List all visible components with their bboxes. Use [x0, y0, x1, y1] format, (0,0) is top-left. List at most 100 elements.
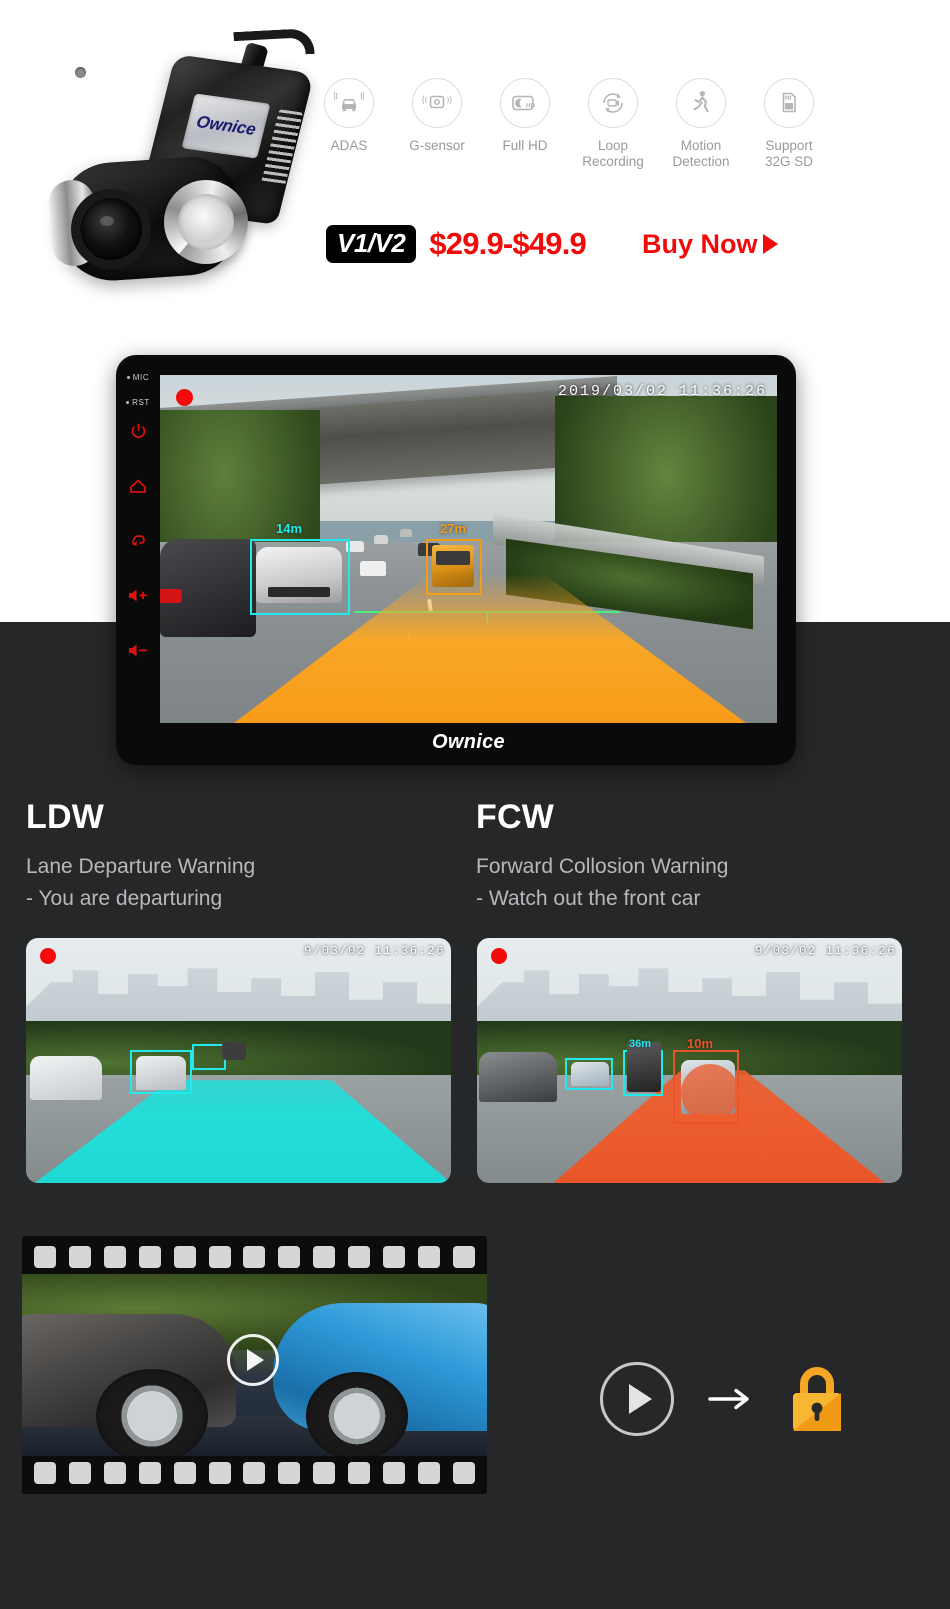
fcw-detail: - Watch out the front car [476, 886, 701, 910]
feature-item-adas: ADAS [305, 78, 393, 170]
car-adas-icon [324, 78, 374, 128]
play-circle-icon[interactable] [600, 1362, 674, 1436]
distant-car [360, 561, 386, 576]
ldw-tracked-car [136, 1056, 186, 1090]
car-head-unit: MIC RST 14m 27m 2019/03/02 11:36:26 Owni… [116, 355, 796, 765]
film-perforation [452, 1246, 475, 1268]
film-perforation [173, 1462, 196, 1484]
sd-card-icon [764, 78, 814, 128]
play-circle-icon[interactable] [226, 1334, 279, 1387]
device-brand-text: Ownice [432, 730, 505, 753]
arrow-right-icon [706, 1384, 754, 1414]
thumbnail-wheel [96, 1368, 208, 1456]
film-perforation [382, 1462, 405, 1484]
film-perforation [138, 1462, 161, 1484]
rec-dot-icon [176, 389, 193, 406]
film-perforation [243, 1246, 266, 1268]
fcw-vehicle-left [479, 1052, 557, 1102]
play-triangle-icon [246, 1349, 264, 1372]
film-perforation [104, 1246, 127, 1268]
film-perforation [34, 1246, 57, 1268]
feature-label: ADAS [330, 138, 368, 153]
fcw-tracked-car [571, 1062, 609, 1086]
film-perforation [104, 1462, 127, 1484]
volume-up-icon[interactable] [127, 588, 149, 603]
feature-label-line2: Recording [582, 153, 644, 169]
product-brand-plate: Ownice [181, 93, 271, 159]
home-icon[interactable] [129, 478, 147, 494]
ldw-name: Lane Departure Warning [26, 855, 256, 878]
mic-indicator-icon: MIC [126, 373, 149, 382]
fcw-name: Forward Collosion Warning [476, 855, 729, 878]
fcw-screenshot: 36m 10m 9/03/02 11:36:26 [477, 938, 902, 1183]
film-perforation [208, 1462, 231, 1484]
vehicle-taillight [160, 589, 182, 603]
film-perforation [278, 1462, 301, 1484]
ldw-description: Lane Departure Warning - You are departu… [26, 851, 451, 915]
film-perforation [313, 1462, 336, 1484]
feature-label: Full HD [502, 138, 548, 153]
buy-now-label: Buy Now [642, 228, 758, 259]
film-perforation [348, 1246, 371, 1268]
film-perforations-top [22, 1240, 487, 1274]
model-badge: V1/V2 [326, 225, 417, 263]
film-perforation [34, 1462, 57, 1484]
video-film-strip[interactable] [22, 1236, 487, 1494]
power-icon[interactable] [130, 423, 147, 440]
back-icon[interactable] [129, 532, 147, 548]
feature-label: G-sensor [409, 138, 465, 153]
device-screen: 14m 27m 2019/03/02 11:36:26 [160, 375, 777, 723]
feature-label-line1: Motion [680, 138, 722, 153]
feature-label: Support 32G SD [745, 138, 833, 170]
distant-car [374, 535, 388, 544]
price-cta-row: V1/V2 $29.9-$49.9 Buy Now [326, 225, 778, 263]
film-perforation [138, 1246, 161, 1268]
film-perforation [417, 1462, 440, 1484]
action-sequence-row [600, 1362, 848, 1436]
thumbnail-wheel [305, 1372, 408, 1456]
film-perforation [278, 1246, 301, 1268]
play-triangle-icon [629, 1384, 652, 1414]
rst-dot [126, 401, 130, 404]
fcw-distance-label: 36m [629, 1038, 652, 1050]
feature-item-sd-support: Support 32G SD [745, 78, 833, 170]
product-brand-text: Ownice [194, 112, 258, 139]
warning-column-ldw: LDW Lane Departure Warning - You are dep… [26, 800, 451, 915]
feature-label-line2: Detection [672, 153, 730, 169]
warning-columns: LDW Lane Departure Warning - You are dep… [26, 800, 926, 915]
feature-label-line2: 32G SD [764, 153, 814, 169]
film-perforation [382, 1246, 405, 1268]
screen-timestamp: 2019/03/02 11:36:26 [557, 383, 767, 400]
device-side-keypad: MIC RST [116, 355, 160, 765]
film-perforation [243, 1462, 266, 1484]
fcw-timestamp: 9/03/02 11:36:26 [755, 944, 896, 958]
full-hd-icon: HD [500, 78, 550, 128]
product-chrome-ring-right [164, 180, 248, 264]
adas-distance-label-truck: 27m [440, 521, 467, 536]
feature-item-full-hd: HD Full HD [481, 78, 569, 170]
feature-label-line1: Loop [597, 138, 629, 153]
film-perforation [69, 1246, 92, 1268]
lock-icon [786, 1364, 848, 1434]
fcw-collision-alert-circle [681, 1064, 739, 1122]
film-perforation [208, 1246, 231, 1268]
ldw-vehicle [30, 1056, 102, 1100]
rec-dot-icon [491, 948, 507, 964]
rec-dot-icon [40, 948, 56, 964]
feature-item-g-sensor: G-sensor [393, 78, 481, 170]
warning-column-fcw: FCW Forward Collosion Warning - Watch ou… [476, 800, 901, 915]
mic-dot [126, 376, 130, 379]
adas-bounding-box-lead [250, 539, 350, 615]
product-ring-center-dot [75, 67, 86, 78]
collision-video-thumbnail[interactable] [22, 1274, 487, 1456]
feature-label-line1: Support [765, 138, 813, 153]
buy-now-button[interactable]: Buy Now [642, 229, 778, 260]
volume-down-icon[interactable] [127, 643, 149, 658]
price-text: $29.9-$49.9 [429, 226, 587, 261]
adjacent-vehicle [160, 539, 256, 637]
ldw-distant-car [222, 1042, 246, 1060]
camera-lens-icon [80, 198, 142, 260]
feature-label: Motion Detection [657, 138, 745, 170]
fcw-description: Forward Collosion Warning - Watch out th… [476, 851, 901, 915]
g-sensor-icon [412, 78, 462, 128]
